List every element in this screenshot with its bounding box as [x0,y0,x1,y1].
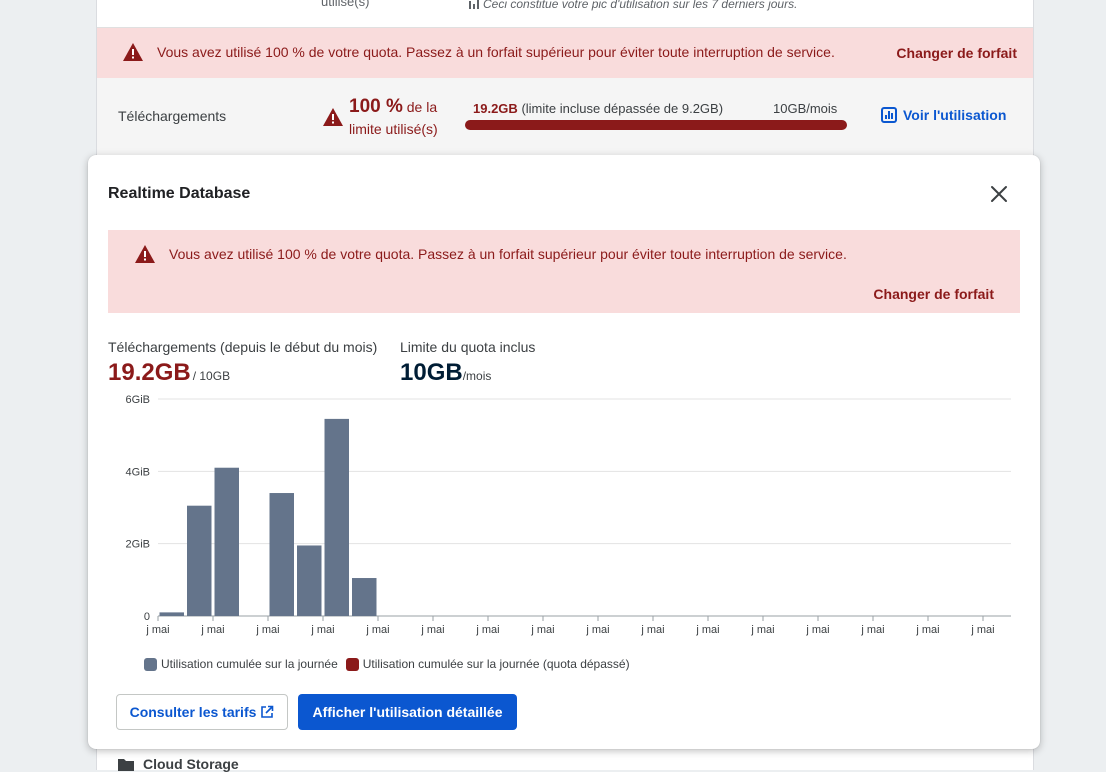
used-detail: (limite incluse dépassée de 9.2GB) [521,101,724,116]
downloads-stat-label: Téléchargements (depuis le début du mois… [108,339,378,355]
usage-tail-text: utilisé(s) [321,0,370,9]
change-plan-link[interactable]: Changer de forfait [896,45,1017,61]
used-value: 19.2GB [473,101,518,116]
dialog-alert-message: Vous avez utilisé 100 % de votre quota. … [169,246,847,262]
view-usage-link[interactable]: Voir l'utilisation [881,107,1006,123]
peak-note-text: Ceci constitue votre pic d'utilisation s… [483,0,798,11]
legend-item-normal[interactable]: Utilisation cumulée sur la journée [144,657,338,671]
legend-swatch-normal [144,657,157,671]
x-tick-label: j mai [805,624,829,636]
downloads-stat-value: 19.2GB/ 10GB [108,359,230,387]
x-tick-label: j mai [970,624,994,636]
legend-label-normal: Utilisation cumulée sur la journée [161,657,338,671]
quota-limit-value: 10GB/mois [400,359,491,387]
x-tick-label: j mai [145,624,169,636]
dialog-title: Realtime Database [108,185,251,202]
y-tick-label: 0 [144,611,150,623]
x-tick-label: j mai [420,624,444,636]
chart-bar [352,578,377,616]
x-tick-label: j mai [200,624,224,636]
chart-bar [214,467,239,616]
chart-bar [297,545,322,616]
chart-legend: Utilisation cumulée sur la journée Utili… [144,657,630,671]
percent-value: 100 % [349,96,403,117]
view-pricing-label: Consulter les tarifs [129,704,257,720]
downloads-label: Téléchargements [118,108,227,124]
x-tick-label: j mai [915,624,939,636]
legend-swatch-exceeded [345,657,359,671]
view-pricing-button[interactable]: Consulter les tarifs [116,694,288,730]
dialog-quota-alert: Vous avez utilisé 100 % de votre quota. … [108,230,1020,313]
legend-item-exceeded[interactable]: Utilisation cumulée sur la journée (quot… [345,657,630,671]
previous-row: utilisé(s) Ceci constitue votre pic d'ut… [97,0,1033,28]
alert-message: Vous avez utilisé 100 % de votre quota. … [157,44,835,60]
usage-progress-bar [465,120,847,130]
x-tick-label: j mai [475,624,499,636]
x-tick-label: j mai [530,624,554,636]
peak-note: Ceci constitue votre pic d'utilisation s… [469,0,797,11]
x-tick-label: j mai [310,624,334,636]
bar-chart-icon [469,0,479,9]
x-tick-label: j mai [750,624,774,636]
x-tick-label: j mai [860,624,884,636]
chart-bar [159,612,184,616]
realtime-database-dialog: Realtime Database Vous avez utilisé 100 … [88,155,1040,749]
percent-used: 100 % de la limite utilisé(s) [349,96,459,140]
y-tick-label: 2GiB [126,539,150,551]
chart-bar [324,418,349,616]
warning-icon [134,244,156,269]
x-tick-label: j mai [585,624,609,636]
external-link-icon [261,705,274,718]
y-tick-label: 6GiB [126,394,150,406]
dialog-change-plan-link[interactable]: Changer de forfait [873,286,994,302]
x-tick-label: j mai [695,624,719,636]
quota-limit-label: Limite du quota inclus [400,339,536,355]
chart-bar [187,505,212,616]
downloads-row: Téléchargements 100 % de la limite utili… [97,78,1033,154]
view-detailed-usage-button[interactable]: Afficher l'utilisation détaillée [298,694,517,730]
chart-icon [881,107,897,123]
view-usage-label: Voir l'utilisation [903,107,1007,123]
usage-amount: 19.2GB (limite incluse dépassée de 9.2GB… [473,101,723,116]
x-tick-label: j mai [365,624,389,636]
usage-bar-chart: 0 2GiB 4GiB 6GiB j mai j mai j mai j mai j mai j … [126,394,1011,636]
warning-icon [122,42,144,67]
y-tick-label: 4GiB [126,466,150,478]
x-tick-label: j mai [255,624,279,636]
quota-limit-unit: /mois [462,369,492,383]
close-icon[interactable] [988,183,1010,205]
quota-limit-amount: 10GB [400,359,463,386]
legend-label-exceeded: Utilisation cumulée sur la journée (quot… [362,657,630,671]
x-tick-label: j mai [640,624,664,636]
quota-alert-banner: Vous avez utilisé 100 % de votre quota. … [97,28,1033,78]
downloads-of-limit: / 10GB [192,369,231,383]
view-detailed-usage-label: Afficher l'utilisation détaillée [312,704,503,720]
warning-icon [322,107,344,132]
limit-value: 10GB/mois [773,101,838,116]
downloads-used: 19.2GB [108,359,191,386]
chart-bar [269,493,294,616]
